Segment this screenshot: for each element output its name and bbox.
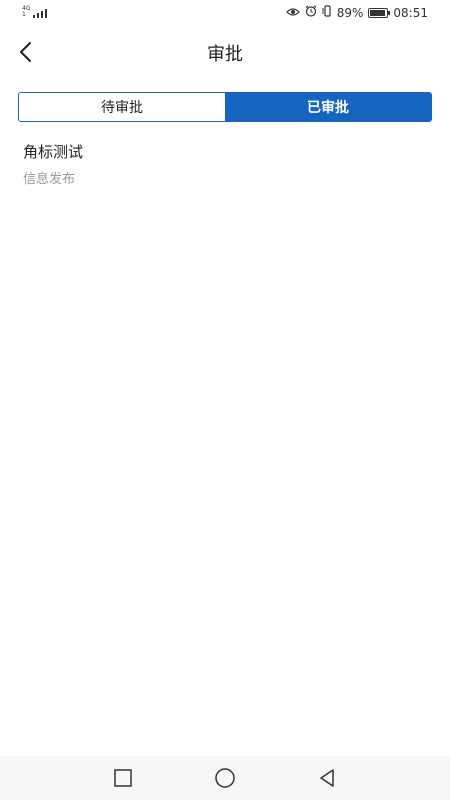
signal-bar (41, 11, 44, 18)
tab-approved-label: 已审批 (307, 100, 349, 116)
nav-back-button[interactable] (315, 766, 339, 790)
battery-fill (370, 9, 385, 16)
square-icon (114, 769, 132, 787)
vibrate-icon (322, 5, 332, 20)
eye-icon (285, 6, 300, 20)
signal-bar (33, 15, 36, 18)
signal-bar (37, 13, 40, 18)
tab-approved[interactable]: 已审批 (225, 93, 431, 121)
tab-pending-label: 待审批 (101, 100, 143, 116)
network-type: 4G 1 (22, 6, 30, 18)
signal-bar (45, 9, 48, 18)
circle-icon (215, 768, 235, 788)
nav-recent-button[interactable] (111, 766, 135, 790)
clock: 08:51 (393, 5, 428, 20)
page-title: 审批 (207, 44, 243, 65)
status-icons: 89% 08:51 (285, 5, 428, 20)
tab-pending[interactable]: 待审批 (19, 93, 225, 121)
battery-percent: 89% (336, 5, 364, 20)
approval-tabs: 待审批 已审批 (18, 92, 432, 122)
signal-area: 4G 1 (22, 6, 48, 18)
battery-icon (368, 7, 391, 18)
app-header: 审批 (0, 28, 450, 78)
screen: 4G 1 89% 08:51 审批 待审批 已审批 角标测试 信息发布 (0, 0, 450, 800)
nav-home-button[interactable] (213, 766, 237, 790)
list-item-subtitle: 信息发布 (23, 172, 76, 187)
list-item[interactable]: 角标测试 信息发布 (23, 140, 432, 190)
system-nav-bar (0, 756, 450, 800)
triangle-back-icon (320, 769, 334, 787)
network-type-bottom: 1 (22, 11, 26, 18)
status-bar: 4G 1 89% 08:51 (0, 0, 450, 28)
alarm-icon (305, 5, 317, 20)
list-item-title: 角标测试 (23, 143, 84, 161)
